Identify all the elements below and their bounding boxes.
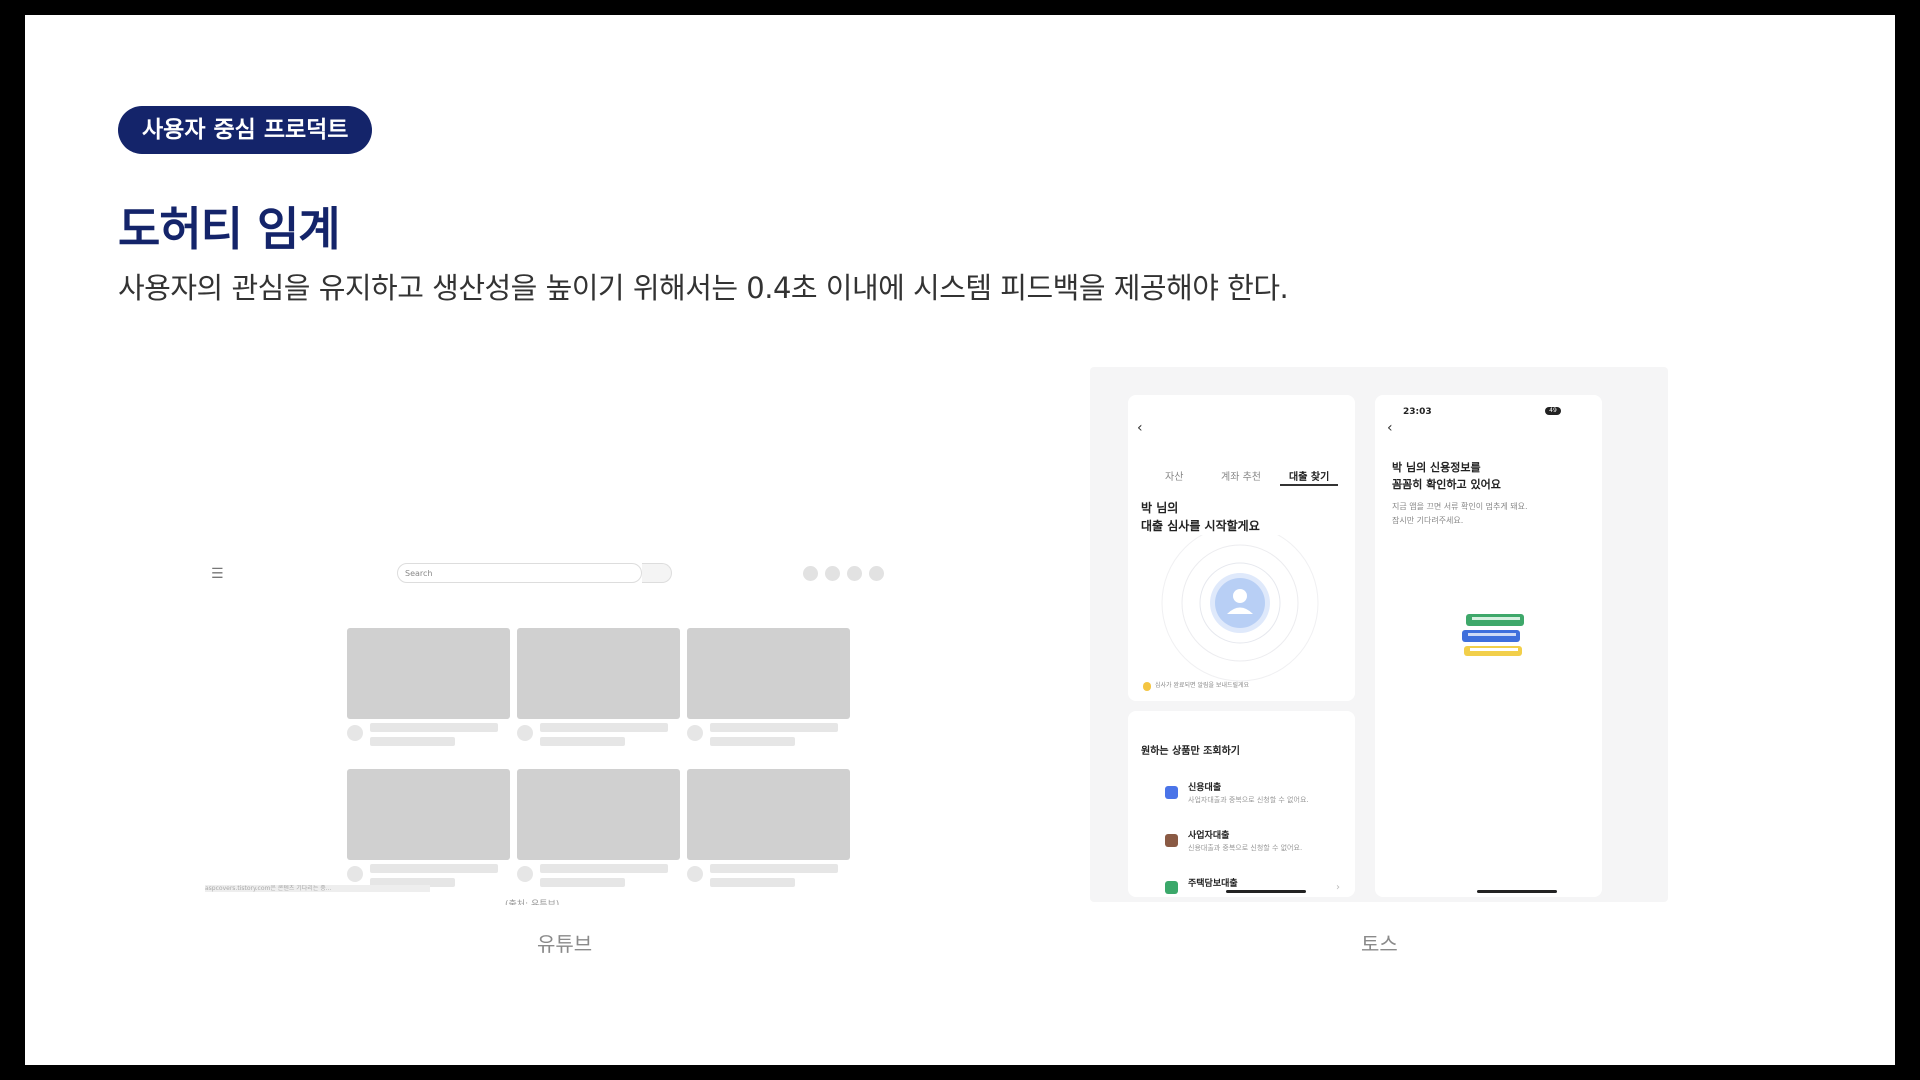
books-icon [1462,614,1524,656]
tab-find-loan[interactable]: 대출 찾기 [1289,468,1329,483]
back-icon[interactable]: ‹ [1137,420,1143,436]
video-thumbnail-placeholder [687,769,850,860]
title-line-placeholder [370,723,498,732]
title-line-placeholder [710,864,838,873]
notice-text: 심사가 완료되면 알림을 보내드릴게요 [1155,682,1250,689]
credit-loan-desc: 사업자대출과 중복으로 신청할 수 없어요. [1188,796,1309,804]
channel-avatar-placeholder [347,725,363,741]
youtube-search-button [642,563,672,583]
credit-desc-line2: 잠시만 기다려주세요. [1392,516,1464,525]
credit-heading-line1: 박 님의 신용정보를 [1392,461,1481,474]
category-badge: 사용자 중심 프로덕트 [118,106,373,154]
title-line-placeholder [540,864,668,873]
source-note: (출처: 유튜브) [505,900,560,905]
title-line-placeholder [540,723,668,732]
channel-avatar-placeholder [347,866,363,882]
meta-line-placeholder [370,737,455,746]
avatar [803,566,818,581]
section-title: 원하는 상품만 조회하기 [1141,746,1240,757]
channel-avatar-placeholder [687,866,703,882]
mortgage-loan-title[interactable]: 주택담보대출 [1188,876,1238,889]
youtube-search-input: Search [397,563,642,583]
page-title: 도허티 임계 [118,202,341,256]
title-line-placeholder [370,864,498,873]
video-thumbnail-placeholder [347,628,510,719]
video-thumbnail-placeholder [347,769,510,860]
business-loan-icon [1165,834,1178,847]
menu-icon: ☰ [211,566,224,582]
back-icon[interactable]: ‹ [1387,420,1393,436]
meta-line-placeholder [540,737,625,746]
credit-heading-line2: 꼼꼼히 확인하고 있어요 [1392,478,1501,491]
video-thumbnail-placeholder [517,628,680,719]
channel-avatar-placeholder [517,725,533,741]
tab-account-recommend[interactable]: 계좌 추천 [1221,468,1261,483]
tab-assets[interactable]: 자산 [1165,468,1183,483]
video-thumbnail-placeholder [517,769,680,860]
chevron-right-icon: › [1336,882,1340,893]
channel-avatar-placeholder [687,725,703,741]
active-tab-indicator [1280,484,1338,486]
credit-desc-line1: 지금 앱을 끄면 서류 확인이 멈추게 돼요. [1392,502,1528,511]
page-subtitle: 사용자의 관심을 유지하고 생산성을 높이기 위해서는 0.4초 이내에 시스템… [118,271,1289,305]
youtube-caption: 유튜브 [537,932,593,956]
home-indicator [1226,890,1306,893]
avatar [847,566,862,581]
youtube-skeleton-screenshot: ☰ Search aspcovers.tistory.com은 콘텐츠 기다리는… [205,553,905,908]
battery-icon: 49 [1545,407,1561,415]
loading-radar-graphic [1161,535,1319,682]
meta-line-placeholder [710,737,795,746]
home-indicator [1477,890,1557,893]
business-loan-desc: 신용대출과 중복으로 신청할 수 없어요. [1188,844,1303,852]
slide: 사용자 중심 프로덕트 도허티 임계 사용자의 관심을 유지하고 생산성을 높이… [25,15,1895,1065]
avatar [869,566,884,581]
bell-icon [1143,682,1151,691]
loan-heading-line2: 대출 심사를 시작할게요 [1141,519,1260,533]
credit-loan-icon [1165,786,1178,799]
meta-line-placeholder [710,878,795,887]
meta-line-placeholder [540,878,625,887]
toss-caption: 토스 [1361,932,1398,956]
status-footer: aspcovers.tistory.com은 콘텐츠 기다리는 중... [205,885,430,892]
business-loan-title[interactable]: 사업자대출 [1188,828,1229,841]
title-line-placeholder [710,723,838,732]
loan-heading-line1: 박 님의 [1141,501,1179,515]
mortgage-loan-icon [1165,881,1178,894]
credit-loan-title[interactable]: 신용대출 [1188,780,1221,793]
avatar [825,566,840,581]
status-time: 23:03 [1403,407,1432,417]
channel-avatar-placeholder [517,866,533,882]
video-thumbnail-placeholder [687,628,850,719]
